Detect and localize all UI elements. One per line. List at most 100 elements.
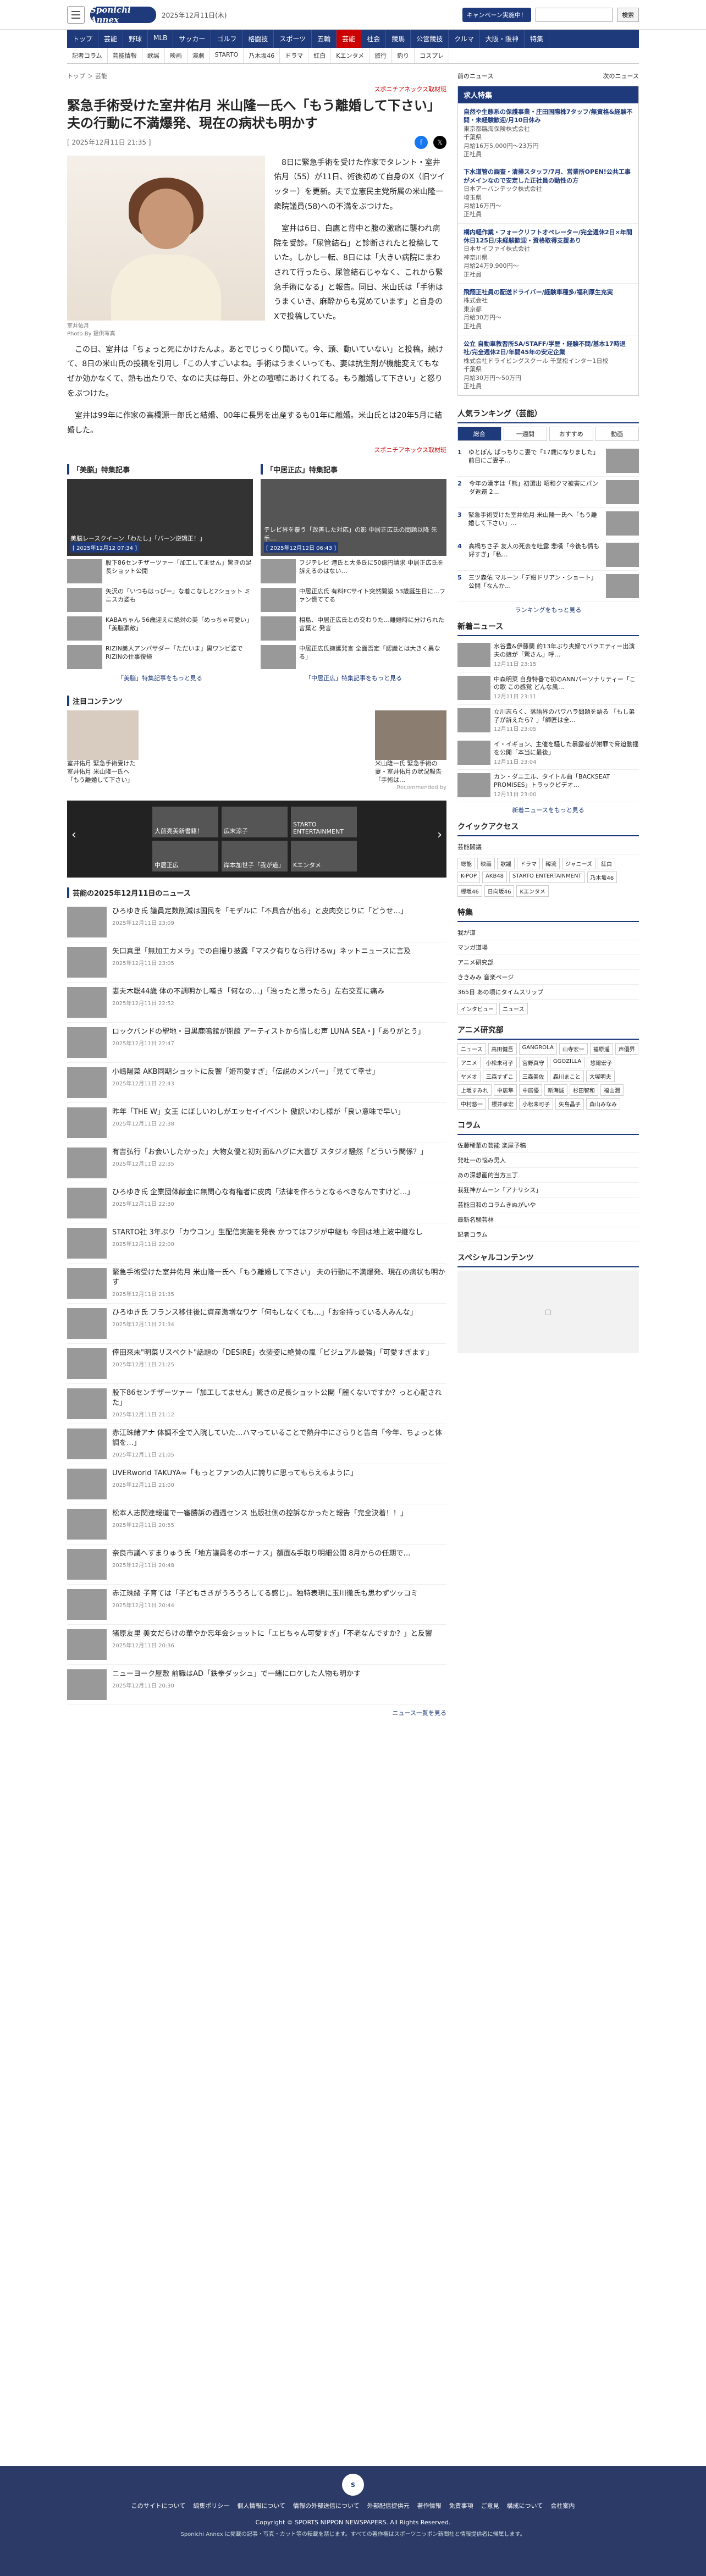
- news-more-link[interactable]: ニュース一覧を見る: [67, 1708, 446, 1717]
- footer-link[interactable]: 個人情報について: [237, 2501, 285, 2510]
- quick-chip[interactable]: K-POP: [457, 871, 481, 884]
- gnav-item[interactable]: ゴルフ: [211, 30, 243, 48]
- feature-item[interactable]: フジテレビ 港氏と大多氏に50億円請求 中居正広氏を訴えるのはない…: [261, 559, 446, 584]
- news-item[interactable]: 有吉弘行「お会いしたかった」大物女優と初対面&ハグに大喜び スタジオ騒然「どうい…: [67, 1143, 446, 1183]
- anime-chip[interactable]: 宮野真守: [519, 1057, 548, 1069]
- ranking-tab[interactable]: 動画: [595, 427, 639, 442]
- footer-link[interactable]: 免責事項: [449, 2501, 473, 2510]
- quick-chip[interactable]: AKB48: [482, 871, 508, 884]
- carousel-card[interactable]: 広末涼子: [222, 806, 288, 837]
- anime-chip[interactable]: 森川まこと: [549, 1071, 584, 1083]
- anime-chip[interactable]: 矢島晶子: [555, 1098, 584, 1110]
- footer-link[interactable]: 著作情報: [417, 2501, 442, 2510]
- subnav-item[interactable]: ドラマ: [280, 48, 309, 63]
- anime-chip[interactable]: 櫻井孝宏: [488, 1098, 517, 1110]
- ranking-item[interactable]: 2 今年の漢字は「熊」初選出 昭和クマ被害にパンダ返還 2…: [457, 477, 639, 509]
- feature-chip[interactable]: ニュース: [499, 1003, 528, 1015]
- gnav-item[interactable]: サッカー: [173, 30, 212, 48]
- anime-chip[interactable]: 高田健吾: [488, 1043, 517, 1055]
- column-link[interactable]: 発吐一の悩み男人: [457, 1153, 639, 1168]
- news-item[interactable]: 矢口真里「無加工カメラ」での自撮り披露「マスク有りなら行けるw」ネットニュースに…: [67, 942, 446, 983]
- feature-chip[interactable]: インタビュー: [457, 1003, 497, 1015]
- footer-link[interactable]: 編集ポリシー: [193, 2501, 229, 2510]
- footer-link[interactable]: 外部配信提供元: [367, 2501, 410, 2510]
- quick-chip[interactable]: ジャニーズ: [562, 858, 595, 870]
- anime-chip[interactable]: 小松未可子: [482, 1057, 517, 1069]
- quick-access-link[interactable]: 芸能閣議: [457, 840, 639, 855]
- carousel-card[interactable]: 岸本加世子「我が道」: [222, 840, 288, 871]
- gnav-item[interactable]: 芸能: [98, 30, 124, 48]
- news-item[interactable]: ひろゆき氏 フランス移住後に資産激増なワケ「何もしなくても…」「お金持っている人…: [67, 1304, 446, 1344]
- feature-item[interactable]: RIZIN美人アンバサダー「ただいま」黒ワンピ姿でRIZINの仕事復帰: [67, 645, 253, 670]
- anime-chip[interactable]: 福原遥: [589, 1043, 613, 1055]
- ranking-item[interactable]: 4 高橋ちさ子 友人の死去を吐露 悲嘆「今後も情も好すぎ」「私…: [457, 539, 639, 571]
- gnav-item[interactable]: 大阪・阪神: [480, 30, 525, 48]
- feature-item[interactable]: 相島、中居正広氏との交わりた…離婚時に分けられた言葉と 発言: [261, 616, 446, 641]
- news-item[interactable]: 昨年「THE W」女王 にぼしいわしがエッセイイベント 傲訳いわし様が「良い意味…: [67, 1103, 446, 1143]
- quick-chip[interactable]: 欅坂46: [457, 885, 482, 897]
- anime-chip[interactable]: 中居隼: [494, 1084, 517, 1096]
- news-item[interactable]: ひろゆき氏 議員定数削減は国民を「モデルに「不具合が出る」と皮肉交じりに「どうせ…: [67, 902, 446, 942]
- quick-chip[interactable]: 映画: [477, 858, 495, 870]
- anime-chip[interactable]: 山寺宏一: [559, 1043, 588, 1055]
- news-item[interactable]: 倖田來未"明菜リスペクト"話題の「DESIRE」衣装姿に絶賛の嵐「ビジュアル最強…: [67, 1344, 446, 1384]
- search-input[interactable]: [536, 8, 613, 22]
- carousel-card[interactable]: 中居正広: [152, 840, 218, 871]
- subnav-item[interactable]: 演劇: [187, 48, 210, 63]
- anime-chip[interactable]: 中居優: [519, 1084, 542, 1096]
- gnav-item[interactable]: 格闘技: [242, 30, 274, 48]
- quick-chip[interactable]: 総能: [457, 858, 475, 870]
- feature-item[interactable]: 矢沢の「いつもはっぴー」な着こなしと2ショット ミニスカ姿も: [67, 588, 253, 613]
- article-photo[interactable]: [67, 155, 265, 321]
- gnav-item[interactable]: MLB: [148, 30, 174, 48]
- news-item[interactable]: 松本人志関連報道で一審勝訴の週週センス 出版社側の控訴なかったと報告「完全決着！…: [67, 1504, 446, 1545]
- next-news-link[interactable]: 次のニュース: [603, 71, 639, 80]
- subnav-item[interactable]: 映画: [165, 48, 187, 63]
- search-button[interactable]: 検索: [617, 8, 639, 22]
- attention-item[interactable]: 室井佑月 緊急手術受けた室井佑月 米山隆一氏へ「もう離婚して下さい」: [67, 710, 139, 785]
- news-item[interactable]: 猪原友里 美女だらけの華やか忘年会ショットに「エビちゃん可愛すぎ」「不老なんです…: [67, 1625, 446, 1665]
- feature-link[interactable]: ききみみ 音楽ページ: [457, 970, 639, 985]
- news-item[interactable]: 奈良市議へすまりゅう氏「地方議員冬のボーナス」額面&手取り明細公開 8月からの任…: [67, 1545, 446, 1585]
- job-item[interactable]: 下水道管の調査・清掃スタッフ/7月、営業所OPEN!公共工事がメインなので安定し…: [458, 163, 638, 224]
- chevron-left-icon[interactable]: ‹: [71, 828, 76, 842]
- quick-chip[interactable]: ドラマ: [517, 858, 540, 870]
- carousel-card[interactable]: STARTO ENTERTAINMENT: [291, 806, 357, 837]
- prev-news-link[interactable]: 前のニュース: [457, 71, 493, 80]
- footer-link[interactable]: 会社案内: [550, 2501, 575, 2510]
- anime-chip[interactable]: 森山みなみ: [586, 1098, 620, 1110]
- special-content[interactable]: ▢: [457, 1271, 639, 1354]
- chevron-right-icon[interactable]: ›: [437, 828, 442, 842]
- news-item[interactable]: 妻夫木聡44歳 体の不調明かし嘆き「何なの…」「治ったと思ったら」左右交互に痛み…: [67, 983, 446, 1023]
- new-news-item[interactable]: カン・ダニエル、タイトル曲「BACKSEAT PROMISES」トラックビデオ……: [457, 770, 639, 803]
- column-link[interactable]: 最新名騒芸林: [457, 1212, 639, 1228]
- subnav-item[interactable]: 記者コラム: [67, 48, 108, 63]
- feature-item[interactable]: 中居正広氏 有料FCサイト突然開設 53歳誕生日に…ファン慌ててる: [261, 588, 446, 613]
- footer-link[interactable]: 情報の外部送信について: [293, 2501, 360, 2510]
- carousel-card[interactable]: 大前亮美新書籍！: [152, 806, 218, 837]
- campaign-button[interactable]: キャンペーン実施中！: [462, 8, 531, 22]
- new-news-item[interactable]: 立川志らく、落語界のパワハラ問題を語る 「もし弟子が訴えたら？」「師匠は全… 12…: [457, 705, 639, 737]
- feature-link[interactable]: 我が道: [457, 925, 639, 941]
- footer-logo-icon[interactable]: S: [342, 2474, 364, 2496]
- news-item[interactable]: 小嶋陽菜 AKB同期ショットに反響「姫司愛すぎ」「伝説のメンバー」「見てて幸せ」…: [67, 1063, 446, 1103]
- gnav-item[interactable]: 芸能: [337, 30, 362, 48]
- quick-chip[interactable]: 日向坂46: [484, 885, 515, 897]
- subnav-item[interactable]: 紅白: [308, 48, 332, 63]
- news-item[interactable]: STARTO社 3年ぶり「カウコン」生配信実施を発表 かつてはフジが中継も 今回…: [67, 1223, 446, 1264]
- ranking-item[interactable]: 3 緊急手術受けた室井佑月 米山隆一氏へ「もう離婚して下さい」…: [457, 508, 639, 540]
- subnav-item[interactable]: 乃木坂46: [244, 48, 280, 63]
- anime-chip[interactable]: ヤメオ: [457, 1071, 481, 1083]
- subnav-item[interactable]: STARTO: [210, 48, 244, 63]
- footer-link[interactable]: このサイトについて: [131, 2501, 186, 2510]
- footer-link[interactable]: 構成について: [507, 2501, 543, 2510]
- attention-item[interactable]: 米山隆一氏 緊急手術の妻・室井佑月の状況報告「手術は…: [375, 710, 446, 785]
- ranking-tab[interactable]: 総合: [457, 427, 501, 442]
- job-item[interactable]: 公立 自動車教習所SA/STAFF/学歴・経験不問/基本17時退社/完全週休2日…: [458, 335, 638, 396]
- site-logo[interactable]: Sponichi Annex: [90, 5, 156, 25]
- gnav-item[interactable]: 五輪: [312, 30, 337, 48]
- ranking-tab[interactable]: 一週間: [503, 427, 547, 442]
- new-news-more-link[interactable]: 新着ニュースをもっと見る: [457, 806, 639, 814]
- quick-chip[interactable]: STARTO ENTERTAINMENT: [509, 871, 585, 884]
- ranking-tab[interactable]: おすすめ: [549, 427, 593, 442]
